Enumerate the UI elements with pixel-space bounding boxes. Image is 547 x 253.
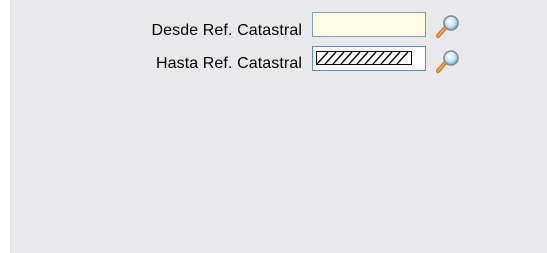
hasta-ref-catastral-input[interactable] — [312, 46, 426, 71]
hasta-ref-catastral-label: Hasta Ref. Catastral — [155, 55, 302, 72]
desde-lookup-magnifier-icon[interactable] — [434, 15, 462, 39]
hasta-lookup-magnifier-icon[interactable] — [434, 50, 462, 74]
desde-ref-catastral-input[interactable] — [312, 12, 426, 37]
hatched-pattern — [316, 51, 412, 65]
desde-ref-catastral-label: Desde Ref. Catastral — [151, 22, 302, 39]
